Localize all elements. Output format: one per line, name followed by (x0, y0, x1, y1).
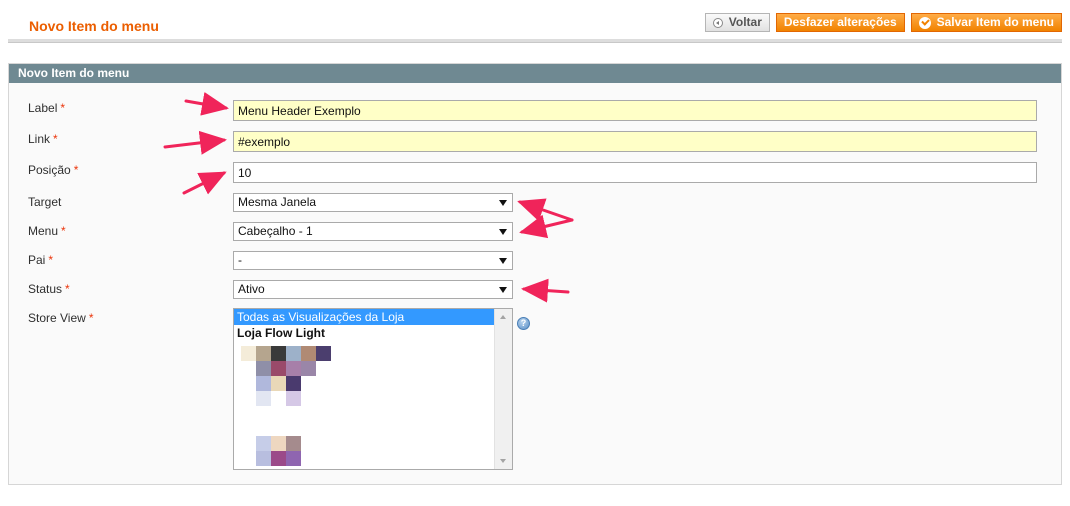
position-field-text: Posição (28, 163, 71, 177)
multiselect-scrollbar[interactable] (494, 309, 512, 469)
required-marker: * (88, 311, 94, 325)
chevron-down-icon (499, 258, 507, 264)
chevron-down-icon (499, 287, 507, 293)
link-field-text: Link (28, 132, 51, 146)
title-divider (8, 39, 1062, 43)
parent-field-label: Pai * (28, 253, 53, 267)
required-marker: * (48, 253, 54, 267)
link-field-label: Link * (28, 132, 58, 146)
required-marker: * (61, 224, 66, 238)
check-icon (918, 16, 931, 29)
status-select[interactable]: Ativo (233, 280, 513, 299)
menu-item-fieldset: Novo Item do menu (8, 63, 1062, 485)
label-field-label: Label * (28, 101, 65, 115)
status-field-text: Status (28, 282, 63, 296)
reset-button[interactable]: Desfazer alterações (775, 13, 905, 32)
help-icon[interactable]: ? (517, 317, 530, 330)
label-input[interactable] (233, 100, 1037, 121)
scroll-down-icon (500, 459, 506, 463)
menu-field-text: Menu (28, 224, 59, 238)
action-buttons: Voltar Desfazer alterações Salvar Item d… (704, 13, 1062, 32)
status-field-label: Status * (28, 282, 70, 296)
required-marker: * (53, 132, 58, 146)
parent-select[interactable]: - (233, 251, 513, 270)
link-input[interactable] (233, 131, 1037, 152)
save-button[interactable]: Salvar Item do menu (910, 13, 1062, 32)
target-field-label: Target (28, 195, 61, 209)
menu-select[interactable]: Cabeçalho - 1 (233, 222, 513, 241)
store-view-field-text: Store View (28, 311, 86, 325)
page-title: Novo Item do menu (29, 18, 159, 34)
position-input[interactable] (233, 162, 1037, 183)
target-select-value: Mesma Janela (238, 195, 317, 209)
parent-select-value: - (238, 253, 242, 267)
target-select[interactable]: Mesma Janela (233, 193, 513, 212)
chevron-down-icon (499, 200, 507, 206)
back-button[interactable]: Voltar (704, 13, 770, 32)
store-view-multiselect[interactable]: Todas as Visualizações da Loja Loja Flow… (233, 308, 513, 470)
required-marker: * (73, 163, 79, 177)
menu-field-label: Menu * (28, 224, 66, 238)
back-button-label: Voltar (728, 15, 762, 29)
parent-field-text: Pai (28, 253, 46, 267)
store-view-field-label: Store View * (28, 311, 93, 325)
menu-select-value: Cabeçalho - 1 (238, 224, 313, 238)
chevron-down-icon (499, 229, 507, 235)
back-arrow-icon (712, 17, 723, 28)
required-marker: * (65, 282, 70, 296)
fieldset-title: Novo Item do menu (9, 64, 1061, 83)
position-field-label: Posição * (28, 163, 78, 177)
store-view-option-all[interactable]: Todas as Visualizações da Loja (234, 309, 495, 325)
scroll-up-icon (500, 315, 506, 319)
label-field-text: Label (28, 101, 58, 115)
store-view-option-group[interactable]: Loja Flow Light (234, 325, 495, 341)
status-select-value: Ativo (238, 282, 265, 296)
save-button-label: Salvar Item do menu (936, 15, 1054, 29)
required-marker: * (60, 101, 66, 115)
reset-button-label: Desfazer alterações (783, 15, 897, 29)
target-field-text: Target (28, 195, 62, 209)
